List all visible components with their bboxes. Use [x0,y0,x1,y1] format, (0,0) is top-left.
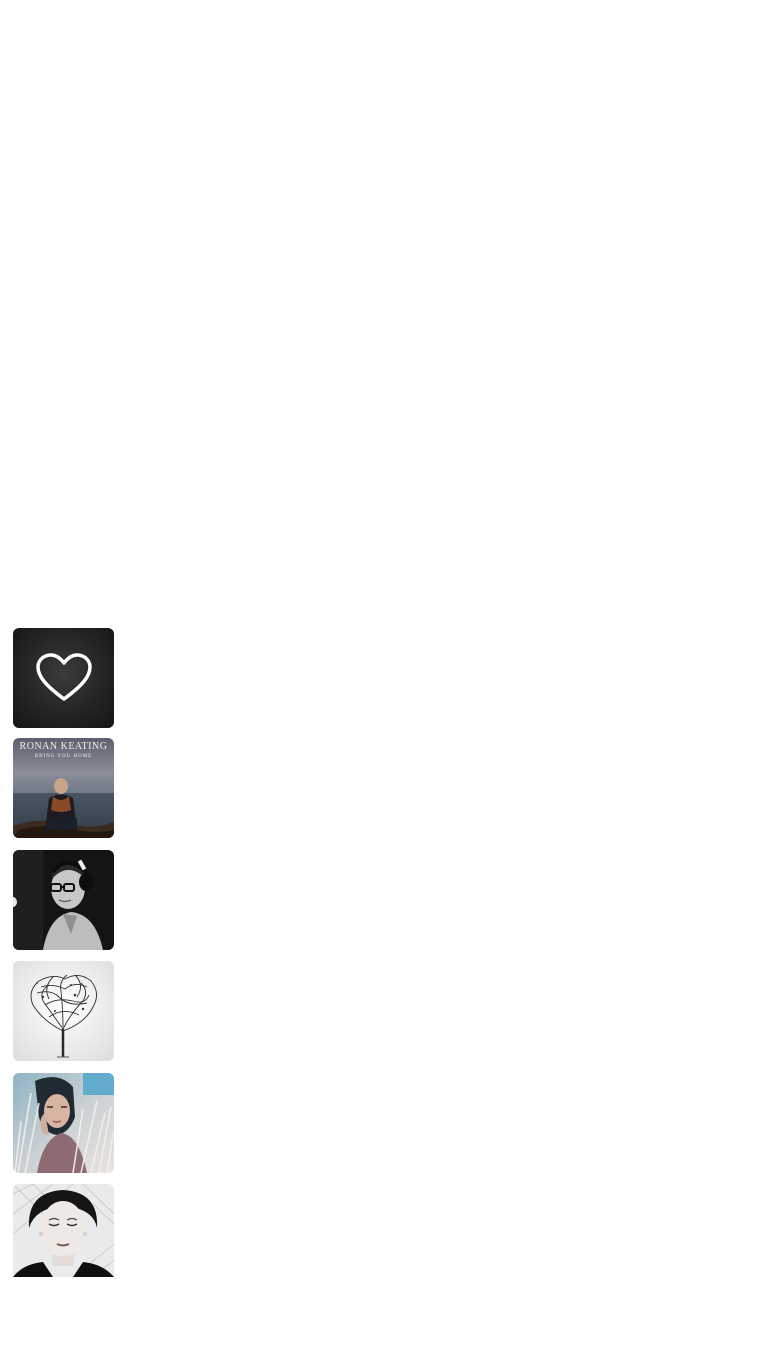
heart-icon [35,653,92,701]
album-cover-tile[interactable] [13,1073,114,1173]
favorites-tile[interactable] [13,628,114,728]
album-cover-image [13,961,114,1061]
album-cover-image [13,1184,114,1277]
album-cover-tile[interactable] [13,850,114,950]
album-cover-tile[interactable] [13,961,114,1061]
page: RONAN KEATING BRING YOU HOME [0,0,770,1368]
album-cover-tile[interactable]: RONAN KEATING BRING YOU HOME [13,738,114,838]
album-artist-text: RONAN KEATING [19,741,108,752]
album-cover-image [13,1073,114,1173]
album-title-text: BRING YOU HOME [34,754,93,759]
album-cover-image [13,738,114,838]
album-cover-image [13,850,114,950]
album-cover-tile[interactable] [13,1184,114,1277]
